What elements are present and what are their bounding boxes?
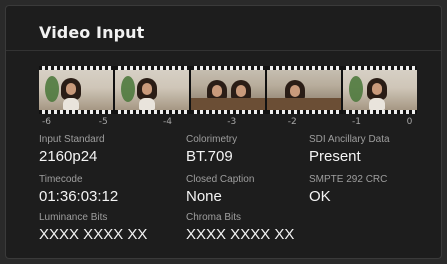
frame-thumbnail — [343, 66, 417, 114]
frame-thumbnail — [39, 66, 113, 114]
frame-thumbnail — [191, 66, 265, 114]
frame-thumbnail-strip — [39, 66, 417, 114]
frame-thumbnail — [267, 66, 341, 114]
field-closed-caption: Closed Caption None — [186, 174, 254, 206]
film-perforations — [343, 110, 417, 114]
field-smpte-292-crc: SMPTE 292 CRC OK — [309, 174, 387, 206]
person-graphic — [367, 78, 387, 110]
field-label: Closed Caption — [186, 174, 255, 185]
film-perforations — [191, 110, 265, 114]
frame-offset-scale: -6 -5 -4 -3 -2 -1 0 — [39, 117, 417, 129]
field-value: None — [186, 188, 222, 205]
field-colorimetry: Colorimetry BT.709 — [186, 134, 237, 166]
field-timecode: Timecode 01:36:03:12 — [39, 174, 118, 206]
field-value: XXXX XXXX XX — [186, 226, 295, 243]
field-value: BT.709 — [186, 148, 233, 165]
plant-graphic — [349, 76, 363, 102]
film-perforations — [115, 66, 189, 70]
film-perforations — [39, 66, 113, 70]
field-input-standard: Input Standard 2160p24 — [39, 134, 105, 166]
plant-graphic — [121, 76, 135, 102]
tick-label: -4 — [163, 117, 173, 127]
field-value: 2160p24 — [39, 148, 98, 165]
field-value: OK — [309, 188, 331, 205]
plant-graphic — [45, 76, 59, 102]
field-sdi-ancillary-data: SDI Ancillary Data Present — [309, 134, 390, 166]
field-label: Chroma Bits — [186, 212, 242, 223]
tick-label: -1 — [352, 117, 362, 127]
field-value: Present — [309, 148, 361, 165]
tick-label: -6 — [42, 117, 52, 127]
field-label: Timecode — [39, 174, 83, 185]
field-label: Colorimetry — [186, 134, 238, 145]
tick-label: -5 — [98, 117, 108, 127]
tick-label: -3 — [227, 117, 237, 127]
tick-label: 0 — [406, 117, 413, 127]
field-label: SMPTE 292 CRC — [309, 174, 388, 185]
field-value: 01:36:03:12 — [39, 188, 119, 205]
field-label: Luminance Bits — [39, 212, 108, 223]
input-status-fields: Input Standard 2160p24 Colorimetry BT.70… — [39, 134, 434, 254]
person-graphic — [137, 78, 157, 110]
tick-label: -2 — [287, 117, 297, 127]
field-chroma-bits: Chroma Bits XXXX XXXX XX — [186, 212, 294, 244]
film-perforations — [267, 66, 341, 70]
field-label: Input Standard — [39, 134, 105, 145]
film-perforations — [115, 110, 189, 114]
field-label: SDI Ancillary Data — [309, 134, 390, 145]
film-perforations — [191, 66, 265, 70]
field-luminance-bits: Luminance Bits XXXX XXXX XX — [39, 212, 147, 244]
film-perforations — [267, 110, 341, 114]
person-graphic — [61, 78, 81, 110]
panel-header: Video Input — [6, 6, 441, 51]
field-value: XXXX XXXX XX — [39, 226, 148, 243]
film-perforations — [343, 66, 417, 70]
table-graphic — [267, 98, 341, 110]
table-graphic — [191, 98, 265, 110]
panel-title: Video Input — [39, 23, 145, 42]
frame-thumbnail — [115, 66, 189, 114]
film-perforations — [39, 110, 113, 114]
video-input-panel: Video Input -6 -5 -4 -3 -2 -1 0 Input St… — [5, 5, 442, 259]
